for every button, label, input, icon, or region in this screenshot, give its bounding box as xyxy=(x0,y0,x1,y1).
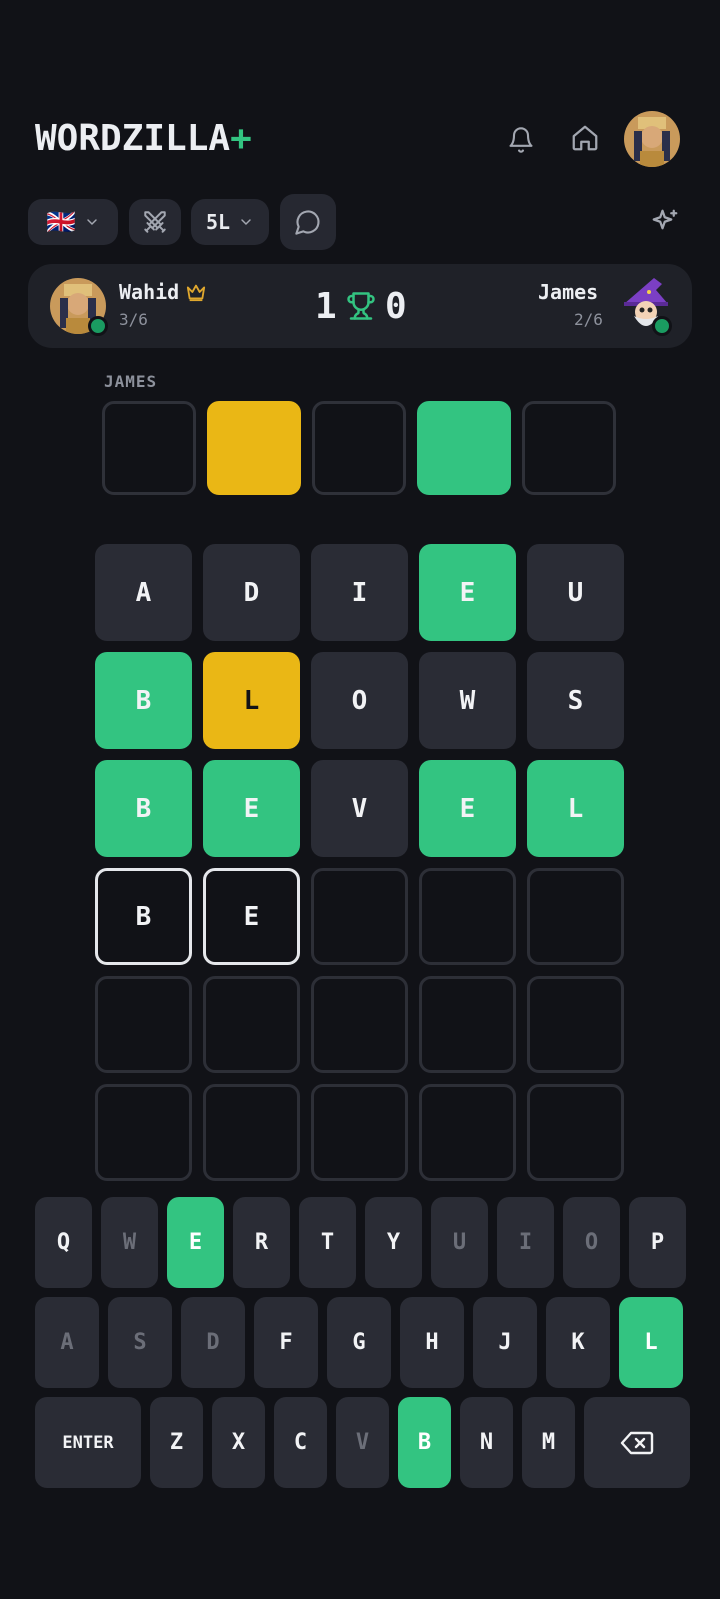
trophy-icon xyxy=(346,291,376,325)
board-tile xyxy=(527,976,624,1073)
logo-text: WORDZILLA xyxy=(35,118,231,159)
key-k[interactable]: K xyxy=(546,1297,610,1388)
board-tile xyxy=(419,1084,516,1181)
board-tile xyxy=(311,868,408,965)
key-e[interactable]: E xyxy=(167,1197,224,1288)
key-y[interactable]: Y xyxy=(365,1197,422,1288)
board-tile: I xyxy=(311,544,408,641)
board-tile xyxy=(419,976,516,1073)
chat-icon xyxy=(295,210,320,235)
opponent-progress: 2/6 xyxy=(574,310,603,329)
key-o[interactable]: O xyxy=(563,1197,620,1288)
opponent-tile-yellow xyxy=(207,401,301,495)
logo-plus: + xyxy=(230,118,252,159)
battle-mode-button[interactable] xyxy=(129,199,181,245)
player-online-indicator xyxy=(88,316,108,336)
board-tile: E xyxy=(419,544,516,641)
board-tile: V xyxy=(311,760,408,857)
key-j[interactable]: J xyxy=(473,1297,537,1388)
chat-button[interactable] xyxy=(280,194,336,250)
opponent-board-label: JAMES xyxy=(104,372,158,391)
key-q[interactable]: Q xyxy=(35,1197,92,1288)
board-tile: W xyxy=(419,652,516,749)
home-icon[interactable] xyxy=(565,118,605,158)
language-selector[interactable]: 🇬🇧 xyxy=(28,199,118,245)
board-tile xyxy=(419,868,516,965)
opponent-board xyxy=(102,401,616,495)
board-tile xyxy=(203,1084,300,1181)
user-avatar[interactable] xyxy=(624,111,680,167)
key-b[interactable]: B xyxy=(398,1397,451,1488)
key-d[interactable]: D xyxy=(181,1297,245,1388)
board-tile: S xyxy=(527,652,624,749)
key-t[interactable]: T xyxy=(299,1197,356,1288)
opponent-online-indicator xyxy=(652,316,672,336)
board-tile xyxy=(95,1084,192,1181)
chevron-down-icon xyxy=(87,219,97,226)
swords-icon xyxy=(144,211,166,233)
bell-icon[interactable] xyxy=(501,120,541,160)
opponent-score: 0 xyxy=(385,286,407,327)
board-tile xyxy=(527,1084,624,1181)
key-l[interactable]: L xyxy=(619,1297,683,1388)
key-p[interactable]: P xyxy=(629,1197,686,1288)
key-g[interactable]: G xyxy=(327,1297,391,1388)
player-score: 1 xyxy=(315,286,337,327)
backspace-key[interactable] xyxy=(584,1397,690,1488)
enter-key[interactable]: ENTER xyxy=(35,1397,141,1488)
board-tile: B xyxy=(95,868,192,965)
key-r[interactable]: R xyxy=(233,1197,290,1288)
key-h[interactable]: H xyxy=(400,1297,464,1388)
board-tile: E xyxy=(203,868,300,965)
board-tile: B xyxy=(95,760,192,857)
board-tile: E xyxy=(203,760,300,857)
uk-flag-icon: 🇬🇧 xyxy=(46,208,76,236)
keyboard-row-2: ASDFGHJKL xyxy=(35,1297,683,1388)
keyboard-row-3: ENTER Z X C V B N M xyxy=(35,1397,690,1488)
word-length-selector[interactable]: 5L xyxy=(191,199,269,245)
sparkles-icon[interactable] xyxy=(645,202,685,242)
key-w[interactable]: W xyxy=(101,1197,158,1288)
key-x[interactable]: X xyxy=(212,1397,265,1488)
opponent-tile-empty xyxy=(102,401,196,495)
key-u[interactable]: U xyxy=(431,1197,488,1288)
crown-icon xyxy=(185,282,207,306)
app-logo: WORDZILLA+ xyxy=(35,118,252,159)
board-tile: A xyxy=(95,544,192,641)
key-s[interactable]: S xyxy=(108,1297,172,1388)
key-v[interactable]: V xyxy=(336,1397,389,1488)
board-tile: D xyxy=(203,544,300,641)
board-tile xyxy=(311,976,408,1073)
board-tile: E xyxy=(419,760,516,857)
board-tile xyxy=(311,1084,408,1181)
word-length-label: 5L xyxy=(205,210,231,234)
board-tile xyxy=(203,976,300,1073)
key-m[interactable]: M xyxy=(522,1397,575,1488)
key-c[interactable]: C xyxy=(274,1397,327,1488)
board-tile: L xyxy=(527,760,624,857)
opponent-tile-green xyxy=(417,401,511,495)
key-z[interactable]: Z xyxy=(150,1397,203,1488)
key-n[interactable]: N xyxy=(460,1397,513,1488)
board-tile: O xyxy=(311,652,408,749)
opponent-tile-empty xyxy=(312,401,406,495)
board-tile xyxy=(527,868,624,965)
board-tile xyxy=(95,976,192,1073)
key-i[interactable]: I xyxy=(497,1197,554,1288)
backspace-icon xyxy=(620,1431,654,1454)
board-tile: L xyxy=(203,652,300,749)
game-board: ADIEUBLOWSBEVELBE xyxy=(95,544,624,1181)
opponent-tile-empty xyxy=(522,401,616,495)
board-tile: B xyxy=(95,652,192,749)
player-name: Wahid xyxy=(119,280,180,304)
opponent-name: James xyxy=(538,280,599,304)
key-f[interactable]: F xyxy=(254,1297,318,1388)
player-progress: 3/6 xyxy=(119,310,148,329)
board-tile: U xyxy=(527,544,624,641)
keyboard-row-1: QWERTYUIOP xyxy=(35,1197,686,1288)
key-a[interactable]: A xyxy=(35,1297,99,1388)
chevron-down-icon xyxy=(241,219,251,226)
